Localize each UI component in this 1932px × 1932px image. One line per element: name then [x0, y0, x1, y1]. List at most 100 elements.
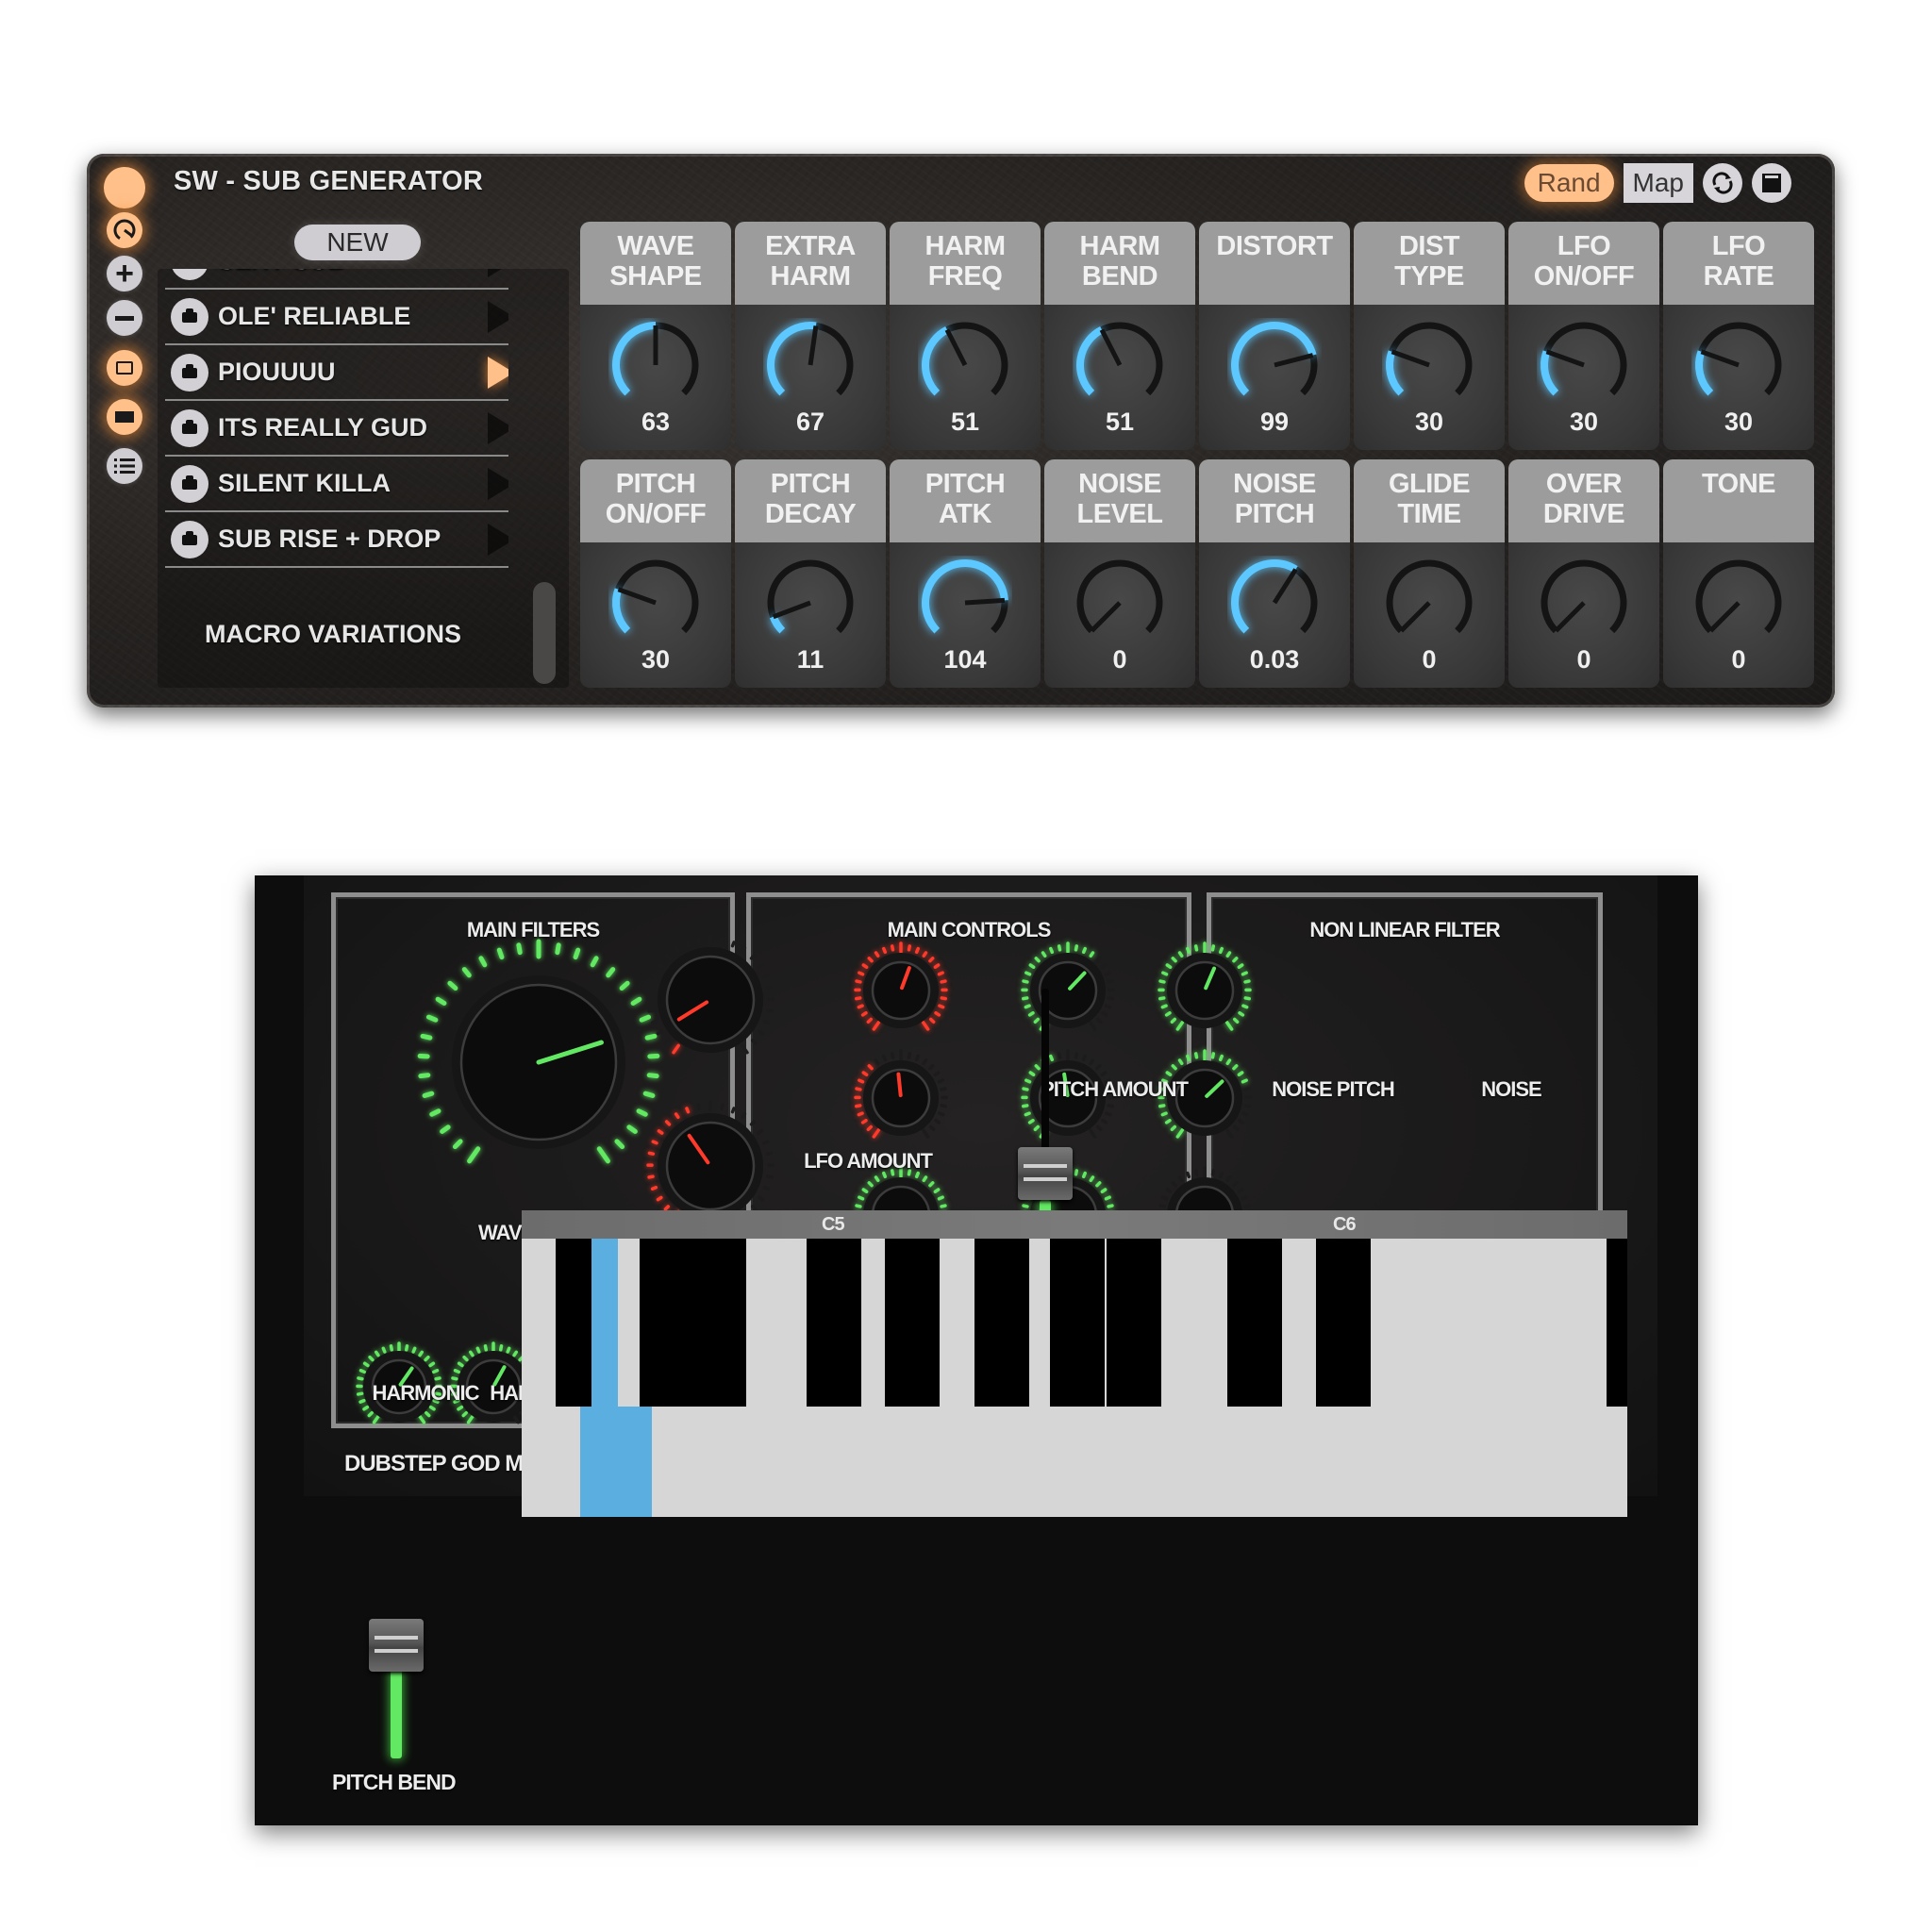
preset-item[interactable]: SEXY SUB	[165, 269, 508, 290]
knob-tick	[1095, 957, 1102, 963]
noise-pitch-knob[interactable]	[1021, 941, 1115, 1031]
knob-tick	[857, 1111, 864, 1117]
knob-tick	[1164, 1011, 1172, 1017]
knob-tick	[907, 944, 912, 952]
black-key[interactable]	[1107, 1239, 1161, 1407]
knob-tick	[928, 957, 935, 963]
noise-knob[interactable]	[1158, 941, 1252, 1031]
play-arrow-icon[interactable]	[488, 301, 508, 333]
snapshot-button[interactable]	[107, 350, 142, 386]
play-arrow-icon[interactable]	[488, 524, 508, 556]
knob-value-arc	[1076, 326, 1104, 396]
knob-tick	[1232, 1064, 1239, 1071]
knob-tick	[1161, 971, 1169, 976]
black-key[interactable]	[640, 1239, 694, 1407]
save-icon	[1762, 174, 1781, 192]
macro-value: 51	[1105, 408, 1135, 436]
knob-tick	[1241, 971, 1248, 976]
macro-knob[interactable]	[608, 556, 703, 650]
knob-tick	[457, 1361, 464, 1368]
black-key[interactable]	[1607, 1239, 1627, 1407]
save-button[interactable]	[1752, 163, 1791, 203]
octave-label-c6: C6	[1333, 1214, 1357, 1235]
randomize-button[interactable]: Rand	[1524, 164, 1614, 202]
variation-button[interactable]	[107, 399, 142, 435]
macro-knob[interactable]	[1073, 556, 1167, 650]
black-key[interactable]	[1316, 1239, 1371, 1407]
knob-tick	[453, 1369, 460, 1374]
knob-tick	[418, 1073, 431, 1079]
macro-knob[interactable]	[1227, 556, 1322, 650]
macro-knob[interactable]	[1691, 318, 1786, 412]
play-arrow-icon[interactable]	[488, 412, 508, 444]
macro-label: PITCH DECAY	[735, 459, 886, 542]
black-key[interactable]	[1227, 1239, 1282, 1407]
black-key[interactable]	[691, 1239, 746, 1407]
black-key[interactable]	[974, 1239, 1029, 1407]
pressed-key[interactable]	[591, 1239, 618, 1407]
play-arrow-icon[interactable]	[488, 269, 508, 277]
macro-knob[interactable]	[1073, 318, 1167, 412]
black-key[interactable]	[885, 1239, 940, 1407]
macro-value: 0	[1576, 645, 1591, 674]
refresh-button[interactable]	[1703, 163, 1742, 203]
knob-tick	[462, 1355, 469, 1362]
macro-knob[interactable]	[1537, 318, 1631, 412]
preset-name: SILENT KILLA	[218, 469, 391, 497]
list-view-button[interactable]	[107, 448, 142, 484]
lfo-rate-knob[interactable]	[646, 1100, 774, 1221]
glide-fader-handle[interactable]	[1018, 1147, 1073, 1200]
waveshape-knob[interactable]	[417, 939, 660, 1164]
black-key[interactable]	[807, 1239, 861, 1407]
preset-item[interactable]: PIOUUUU	[165, 344, 508, 401]
knob-tick	[882, 1054, 888, 1062]
play-arrow-icon[interactable]	[488, 468, 508, 500]
macro-view-button[interactable]	[107, 212, 142, 248]
macro-knob[interactable]	[763, 318, 858, 412]
map-button[interactable]: Map	[1623, 163, 1693, 203]
macro-knob[interactable]	[1691, 556, 1786, 650]
octave-label-c5: C5	[822, 1214, 845, 1235]
knob-tick	[452, 1139, 463, 1150]
preset-item[interactable]: SILENT KILLA	[165, 456, 508, 512]
knob-tick	[762, 1186, 771, 1191]
preset-item[interactable]: SUB RISE + DROP	[165, 511, 508, 568]
knob-tick	[762, 974, 770, 979]
knob-tick	[1022, 1204, 1029, 1208]
remove-macro-button[interactable]	[107, 300, 142, 336]
add-macro-button[interactable]: +	[107, 256, 142, 291]
knob-tick	[765, 985, 774, 990]
knob-tick	[1170, 1124, 1177, 1132]
pitch-attack-knob[interactable]	[854, 1049, 948, 1139]
macro-knob-cell: WAVE SHAPE 63	[580, 222, 731, 450]
lfo-amount-knob[interactable]	[646, 934, 774, 1055]
preset-list[interactable]: SEXY SUB OLE' RELIABLE PIOUUUU ITS REALLY G…	[158, 269, 508, 590]
preset-item[interactable]: OLE' RELIABLE	[165, 289, 508, 345]
knob-tick	[1028, 1071, 1036, 1076]
new-variation-button[interactable]: NEW	[294, 225, 421, 260]
knob-tick	[867, 1064, 874, 1071]
preset-list-scrollbar[interactable]	[533, 582, 556, 684]
macro-knob[interactable]	[1382, 556, 1476, 650]
piano-keyboard[interactable]: C5 C6	[522, 1210, 1627, 1517]
macro-knob[interactable]	[763, 556, 858, 650]
macro-knob[interactable]	[1537, 556, 1631, 650]
knob-tick	[1022, 979, 1029, 984]
play-arrow-icon[interactable]	[488, 357, 508, 389]
macro-knob[interactable]	[1382, 318, 1476, 412]
pitch-amount-knob[interactable]	[854, 941, 948, 1031]
knob-tick	[1225, 1058, 1232, 1066]
device-power-button[interactable]	[104, 167, 145, 208]
knob-tick	[647, 1174, 655, 1179]
knob-tick	[741, 946, 747, 954]
keyboard-keys[interactable]	[522, 1239, 1627, 1517]
macro-knob[interactable]	[608, 318, 703, 412]
preset-item[interactable]: ITS REALLY GUD	[165, 400, 508, 457]
knob-tick	[858, 971, 865, 976]
knob-tick	[1177, 1175, 1184, 1183]
macro-knob[interactable]	[918, 556, 1012, 650]
macro-knob[interactable]	[1227, 318, 1322, 412]
black-key[interactable]	[1050, 1239, 1105, 1407]
macro-knob[interactable]	[918, 318, 1012, 412]
pitch-bend-handle[interactable]	[369, 1619, 424, 1672]
